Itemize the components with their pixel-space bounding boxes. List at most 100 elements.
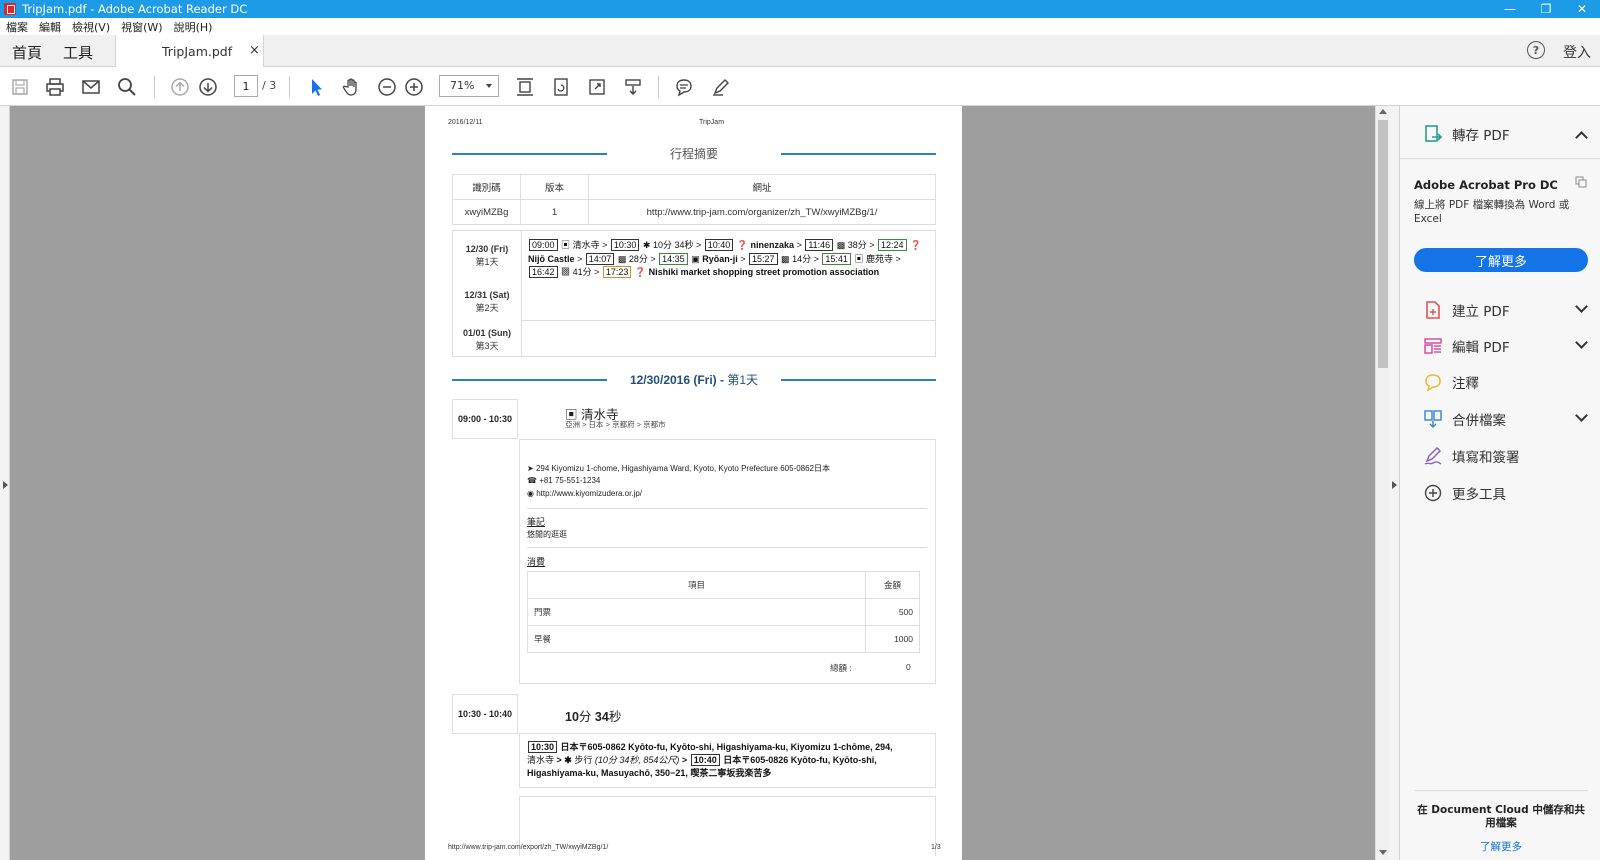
tab-document[interactable]: TripJam.pdf × [115,35,264,68]
chevron-down-icon[interactable] [1575,336,1588,349]
menu-bar: 檔案 編輯 檢視(V) 視窗(W) 說明(H) [0,18,1600,35]
menu-help[interactable]: 說明(H) [174,19,213,35]
scroll-thumb[interactable] [1378,120,1388,368]
day-3-label: 01/01 (Sun) 第3天 [453,327,521,353]
window-title: TripJam.pdf - Adobe Acrobat Reader DC [22,2,248,16]
rotate-icon[interactable] [550,76,572,98]
duration: 14分 [792,253,812,264]
export-pdf-item[interactable]: 轉存 PDF [1422,123,1510,145]
create-pdf-item[interactable]: 建立 PDF [1422,299,1510,321]
cost-amount: 500 [865,598,920,626]
help-icon[interactable]: ? [1527,41,1545,59]
day-2-number: 第2天 [475,303,499,313]
question-icon: ❓ [910,240,922,250]
event-details: 10:30 日本〒605-0862 Kyōto-fu, Kyōto-shi, H… [519,733,936,788]
restore-button[interactable]: ❐ [1528,0,1564,18]
export-pdf-label: 轉存 PDF [1452,128,1510,144]
time-badge: 10:30 [610,239,640,251]
event-details: ➤ 294 Kiyomizu 1-chome, Higashiyama Ward… [519,439,936,684]
login-link[interactable]: 登入 [1563,42,1591,62]
day-1-title: 12/30/2016 (Fri) - 第1天 [452,371,936,388]
menu-file[interactable]: 檔案 [6,19,28,35]
close-tab-icon[interactable]: × [249,43,260,58]
event-website[interactable]: ◉ http://www.kiyomizudera.or.jp/ [527,489,642,498]
create-pdf-icon [1422,299,1444,321]
more-tools-label: 更多工具 [1452,487,1506,503]
total-value: 0 [906,662,911,672]
zoom-select[interactable]: 71% [439,75,499,97]
left-panel-toggle[interactable] [0,106,10,860]
promo-title: Adobe Acrobat Pro DC [1414,178,1558,192]
pdf-page[interactable]: 2016/12/11 TripJam 行程摘要 識別碼 版本 網址 xwyiMZ… [425,106,962,860]
email-icon[interactable] [80,76,102,98]
vertical-scrollbar[interactable] [1375,106,1389,860]
export-pdf-icon [1422,123,1444,145]
summary-table: 識別碼 版本 網址 xwyiMZBg 1 http://www.trip-jam… [452,174,936,225]
combine-files-label: 合併檔案 [1452,413,1506,429]
question-icon: ❓ [736,240,749,250]
time-badge: 15:27 [749,252,778,265]
fit-page-icon[interactable] [514,76,536,98]
comment-item[interactable]: 注釋 [1422,371,1479,393]
hand-tool-icon[interactable] [341,76,363,98]
fill-sign-item[interactable]: 填寫和簽署 [1422,445,1520,467]
menu-window[interactable]: 視窗(W) [121,19,162,35]
tab-tools[interactable]: 工具 [63,42,93,63]
close-window-button[interactable]: ✕ [1564,0,1600,18]
train-icon: ▩ [836,240,846,250]
table-row: 早餐 1000 [527,625,920,653]
learn-more-button[interactable]: 了解更多 [1414,248,1588,272]
chevron-down-icon[interactable] [1575,409,1588,422]
page-header-name: TripJam [699,119,725,126]
day-1-title-date: 12/30/2016 (Fri) - [629,373,725,387]
combine-files-item[interactable]: 合併檔案 [1422,408,1506,430]
menu-edit[interactable]: 編輯 [39,19,61,35]
chevron-down-icon[interactable] [1575,300,1588,313]
page-number-input[interactable]: 1 [234,75,258,97]
notes-label: 筆記 [527,517,546,527]
window-controls: — ❐ ✕ [1492,0,1600,18]
scroll-up-icon[interactable] [1379,109,1387,114]
previous-page-icon[interactable] [169,76,191,98]
time-badge: 10:40 [690,754,720,766]
print-icon[interactable] [44,76,66,98]
scroll-mode-icon[interactable] [622,76,644,98]
right-panel-toggle[interactable] [1389,106,1400,860]
phone-text: +81 75-551-1234 [539,476,601,485]
route-detail: 10:30 日本〒605-0862 Kyōto-fu, Kyōto-shi, H… [527,741,893,778]
day-2-label: 12/31 (Sat) 第2天 [453,289,521,315]
select-cursor-icon[interactable] [305,76,327,98]
zoom-out-icon[interactable] [376,76,398,98]
save-icon[interactable] [9,76,31,98]
toolbar-separator [658,76,659,98]
search-icon[interactable] [116,76,138,98]
chevron-up-icon[interactable] [1575,131,1588,144]
edit-pdf-item[interactable]: 編輯 PDF [1422,335,1510,357]
route-duration: (10分 34秒, 854公尺) [594,755,680,765]
full-screen-icon[interactable] [586,76,608,98]
comment-icon[interactable] [673,76,695,98]
duration-seconds-unit: 秒 [608,710,622,724]
zoom-in-icon[interactable] [403,76,425,98]
more-tools-item[interactable]: 更多工具 [1422,482,1506,504]
page-total: / 3 [262,79,277,92]
next-page-icon[interactable] [197,76,219,98]
sign-icon[interactable] [710,76,732,98]
duration: 10分 34秒 [652,240,694,250]
menu-view[interactable]: 檢視(V) [72,19,110,35]
place-name: Nijō Castle [528,253,575,264]
place-name: 鹿苑寺 [865,253,893,264]
place-name: Nishiki market shopping street promotion… [648,267,880,277]
time-badge: 10:40 [704,239,734,251]
cost-item: 早餐 [527,625,866,653]
event-time: 09:00 - 10:30 [452,399,518,439]
tab-home[interactable]: 首頁 [12,42,42,63]
summary-url-link[interactable]: http://www.trip-jam.com/organizer/zh_TW/… [588,199,936,225]
document-cloud-learn-more-link[interactable]: 了解更多 [1414,839,1588,854]
day-1-route: 09:00 ▣ 清水寺 > 10:30 ✱ 10分 34秒 > 10:40 ❓ … [528,239,922,278]
time-badge: 17:23 [602,266,632,278]
question-icon: ❓ [634,267,647,277]
minimize-button[interactable]: — [1492,0,1528,18]
scroll-down-icon[interactable] [1379,850,1387,855]
copy-icon[interactable] [1575,176,1587,188]
